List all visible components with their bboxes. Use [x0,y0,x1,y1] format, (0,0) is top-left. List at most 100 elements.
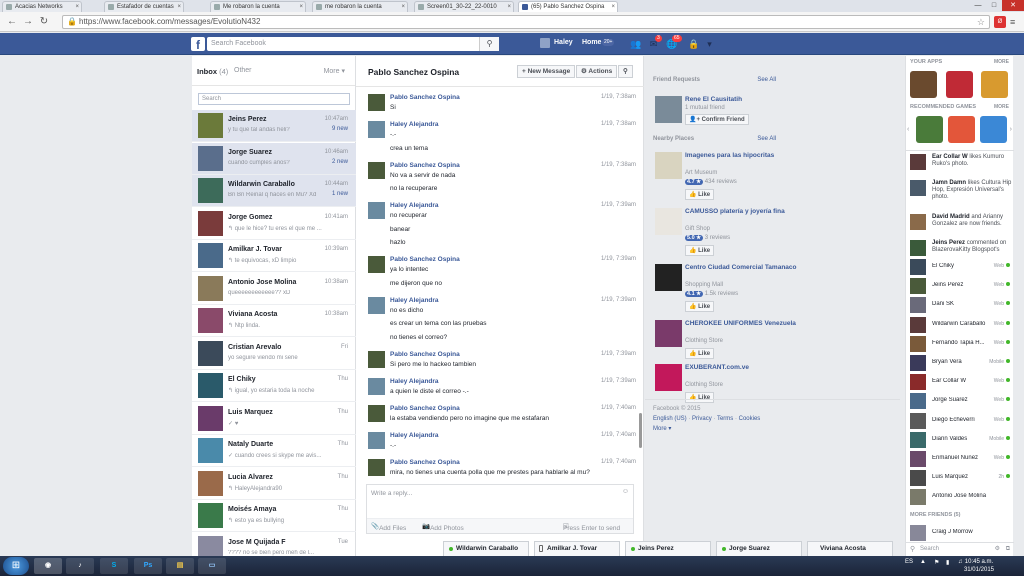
thread-item[interactable]: Jorge Gomez ↰ que le hice? tu eres el que… [192,208,356,240]
thread-item[interactable]: Antonio Jose Molina queeeeeeeeeeee?? xD 10… [192,273,356,305]
browser-tab[interactable]: Acacias Networks × [2,1,82,12]
contact-item[interactable]: Antonio Jose Molina [910,488,1014,506]
other-tab[interactable]: Other [234,67,252,74]
place-name[interactable]: CHEROKEE UNIFORMES Venezuela [685,320,796,327]
browser-tab[interactable]: Estafador de cuentas × [104,1,184,12]
see-all-link[interactable]: See All [757,136,776,142]
contact-item[interactable]: El Chiky Web [910,258,1014,276]
start-button[interactable]: ⊞ [3,557,29,575]
message-author[interactable]: Pablo Sanchez Ospina [390,256,460,263]
browser-tab[interactable]: me robaron la cuenta × [312,1,408,12]
avatar[interactable] [655,96,682,123]
reply-box[interactable]: Write a reply... ☺ 📎 Add Files 📷 Add Pho… [366,484,634,534]
place-image[interactable] [655,364,682,391]
close-window-icon[interactable]: ✕ [1002,0,1024,11]
facebook-search-input[interactable]: Search Facebook ⚲ [207,37,499,51]
thread-item[interactable]: Nataly Duarte ✓ cuando crees si skype me … [192,435,356,467]
message-author[interactable]: Pablo Sanchez Ospina [390,94,460,101]
place-name[interactable]: Centro Ciudad Comercial Tamanaco [685,264,797,271]
message-author[interactable]: Haley Alejandra [390,432,439,439]
message-author[interactable]: Haley Alejandra [390,121,439,128]
back-icon[interactable]: ← [6,16,18,28]
chat-tab[interactable]: Jeins Perez [625,541,711,556]
close-icon[interactable]: × [177,2,181,12]
place-name[interactable]: Imagenes para las hipocritas [685,152,774,159]
avatar[interactable] [368,121,385,138]
prev-arrow-icon[interactable]: ‹ [907,126,909,133]
message-author[interactable]: Haley Alejandra [390,378,439,385]
app-icon[interactable]: ♪ [66,558,94,574]
network-icon[interactable]: ▮ [946,559,949,566]
more-dropdown[interactable]: More ▾ [324,67,345,75]
avatar[interactable] [368,431,385,449]
contact-item[interactable]: Wildarwin Caraballo Web [910,316,1014,334]
scrollbar[interactable] [639,413,642,448]
friend-requests-icon[interactable]: 👥 [630,39,641,49]
contact-item[interactable]: Diego Echeverri Web [910,412,1014,430]
search-conversation-button[interactable]: ⚲ [618,65,633,78]
request-name[interactable]: Rene El Causitatih [685,96,742,103]
extension-icon[interactable]: Ø [994,16,1006,28]
contact-item[interactable]: Luis Marquez 2h [910,469,1014,487]
message-author[interactable]: Pablo Sanchez Ospina [390,351,460,358]
browser-tab[interactable]: Screen01_30-22_22-0010 × [414,1,514,12]
close-icon[interactable]: × [299,2,303,12]
message-author[interactable]: Haley Alejandra [390,202,439,209]
close-icon[interactable]: × [75,2,79,12]
popout-icon[interactable]: ⧉ [1006,543,1010,556]
more-games-link[interactable]: MORE [994,104,1009,110]
emoji-icon[interactable]: ☺ [622,488,629,495]
thread-item[interactable]: Viviana Acosta ↰ Ntp linda. 10:38am [192,305,356,337]
app-icon[interactable] [946,71,973,98]
folder-icon[interactable]: ▤ [166,558,194,574]
language-link[interactable]: English (US) [653,416,687,422]
message-author[interactable]: Pablo Sanchez Ospina [390,162,460,169]
terms-link[interactable]: Terms [717,416,733,422]
place-image[interactable] [655,208,682,235]
inbox-tab[interactable]: Inbox (4) [197,67,228,76]
close-icon[interactable]: × [611,2,615,12]
close-icon[interactable]: × [507,2,511,12]
more-link[interactable]: More ▾ [653,425,671,432]
avatar[interactable] [540,38,550,48]
thread-item[interactable]: El Chiky ↰ igual, yo estaria toda la noch… [192,370,356,402]
url-bar[interactable]: 🔒 https://www.facebook.com/messages/Evol… [62,15,990,29]
thread-item[interactable]: Cristian Arevalo yo seguire viendo mi ser… [192,338,356,370]
contact-item[interactable]: Craig J Morrow [910,524,1014,542]
search-icon[interactable]: ⚲ [479,37,499,51]
message-author[interactable]: Haley Alejandra [390,297,439,304]
next-arrow-icon[interactable]: › [1010,126,1012,133]
cookies-link[interactable]: Cookies [739,416,761,422]
contact-item[interactable]: Fernando Tapia H... Web [910,335,1014,353]
forward-icon[interactable]: → [22,16,34,28]
thread-item[interactable]: Jorge Suarez cuando cumples años? 10:46am 2… [192,142,356,175]
avatar[interactable] [368,458,385,476]
language-indicator[interactable]: ES [905,559,913,565]
browser-tab-active[interactable]: (65) Pablo Sanchez Ospina × [518,1,618,12]
place-name[interactable]: EXUBERANT.com.ve [685,364,749,371]
settings-icon[interactable]: ⚙ [995,543,1000,556]
minimize-icon[interactable]: — [970,0,986,11]
like-button[interactable]: 👍 Like [685,301,715,312]
chat-search-input[interactable]: ⚲ Search ⚙ ⧉ [906,542,1014,556]
avatar[interactable] [368,404,385,422]
avatar[interactable] [368,202,385,219]
photoshop-icon[interactable]: Ps [134,558,162,574]
clock[interactable]: 10:45 a.m. 31/01/2015 [964,558,994,574]
menu-icon[interactable]: ≡ [1010,16,1020,28]
app-icon[interactable] [981,71,1008,98]
browser-tab[interactable]: Me robaron la cuenta × [210,1,306,12]
reload-icon[interactable]: ↻ [38,16,50,28]
avatar[interactable] [368,94,385,111]
thread-item[interactable]: Wildarwin Caraballo Bn Bn Reinal q haces … [192,175,356,207]
thread-item[interactable]: Lucia Alvarez ↰ HaleyAlejandra90 Thu [192,468,356,500]
new-message-button[interactable]: + New Message [517,65,576,78]
avatar[interactable] [368,256,385,273]
avatar[interactable] [368,377,385,395]
more-apps-link[interactable]: MORE [994,59,1009,65]
contact-item[interactable]: Enmanuel Nunez Web [910,450,1014,468]
home-link[interactable]: Home [582,39,601,46]
thread-item[interactable]: Moisés Amaya ↰ esto ya es bullying Thu [192,500,356,532]
confirm-friend-button[interactable]: 👤+ Confirm Friend [685,114,749,125]
avatar[interactable] [368,161,385,179]
